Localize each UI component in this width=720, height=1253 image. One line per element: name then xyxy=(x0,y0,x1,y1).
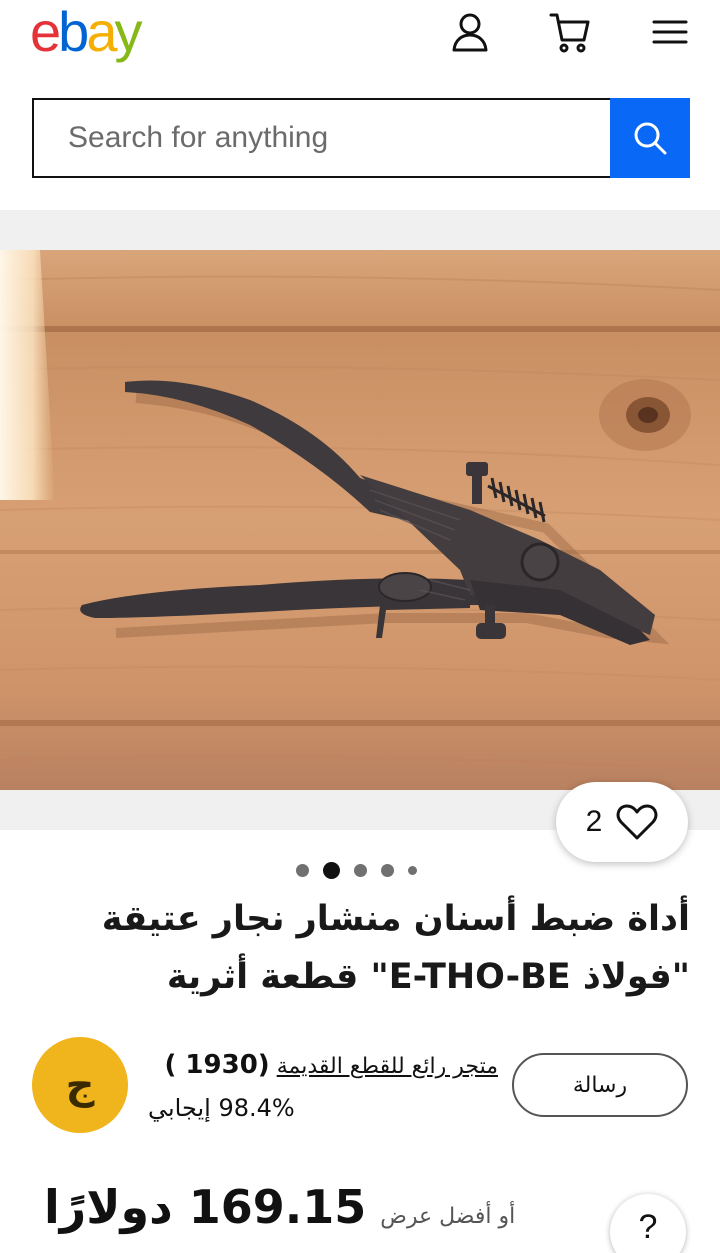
logo-letter-e: e xyxy=(30,0,61,63)
search-bar xyxy=(32,98,690,178)
search-icon xyxy=(634,122,667,155)
seller-feedback-percent: 98.4% إيجابي xyxy=(148,1094,295,1122)
pagination-dot[interactable] xyxy=(381,863,394,877)
header: ebay xyxy=(0,0,720,80)
logo-letter-b: b xyxy=(58,0,89,63)
search-button[interactable] xyxy=(610,98,690,178)
logo-letter-y: y xyxy=(114,0,142,63)
product-image[interactable] xyxy=(0,250,720,790)
image-pagination xyxy=(296,860,417,880)
pagination-dot[interactable] xyxy=(296,863,309,877)
price-amount: 169.15 دولارًا xyxy=(44,1180,367,1234)
search-input[interactable] xyxy=(32,98,610,178)
menu-icon[interactable] xyxy=(648,10,692,54)
listing-title: أداة ضبط أسنان منشار نجار عتيقة "فولاذ E… xyxy=(101,899,690,997)
message-seller-button[interactable]: رسالة xyxy=(512,1053,688,1117)
best-offer-label: أو أفضل عرض xyxy=(380,1204,516,1229)
watch-count: 2 xyxy=(585,805,603,838)
cart-icon[interactable] xyxy=(548,10,592,54)
image-gallery[interactable] xyxy=(0,210,720,830)
pagination-dot[interactable] xyxy=(408,865,417,875)
ebay-logo[interactable]: ebay xyxy=(30,0,142,63)
account-icon[interactable] xyxy=(448,10,492,54)
seller-store-link[interactable]: متجر رائع للقطع القديمة xyxy=(277,1054,498,1079)
help-button[interactable]: ? xyxy=(610,1194,686,1253)
pagination-dot[interactable] xyxy=(354,863,367,877)
logo-letter-a: a xyxy=(86,0,117,63)
pagination-dot-active[interactable] xyxy=(323,861,340,879)
price-row: 169.15 دولارًا أو أفضل عرض xyxy=(44,1180,515,1234)
seller-info: متجر رائع للقطع القديمة (1930 ) xyxy=(148,1050,498,1080)
heart-icon xyxy=(616,804,658,840)
watch-button[interactable]: 2 xyxy=(556,782,688,862)
seller-avatar[interactable]: ج xyxy=(32,1037,128,1133)
seller-feedback-count: (1930 ) xyxy=(164,1050,270,1080)
